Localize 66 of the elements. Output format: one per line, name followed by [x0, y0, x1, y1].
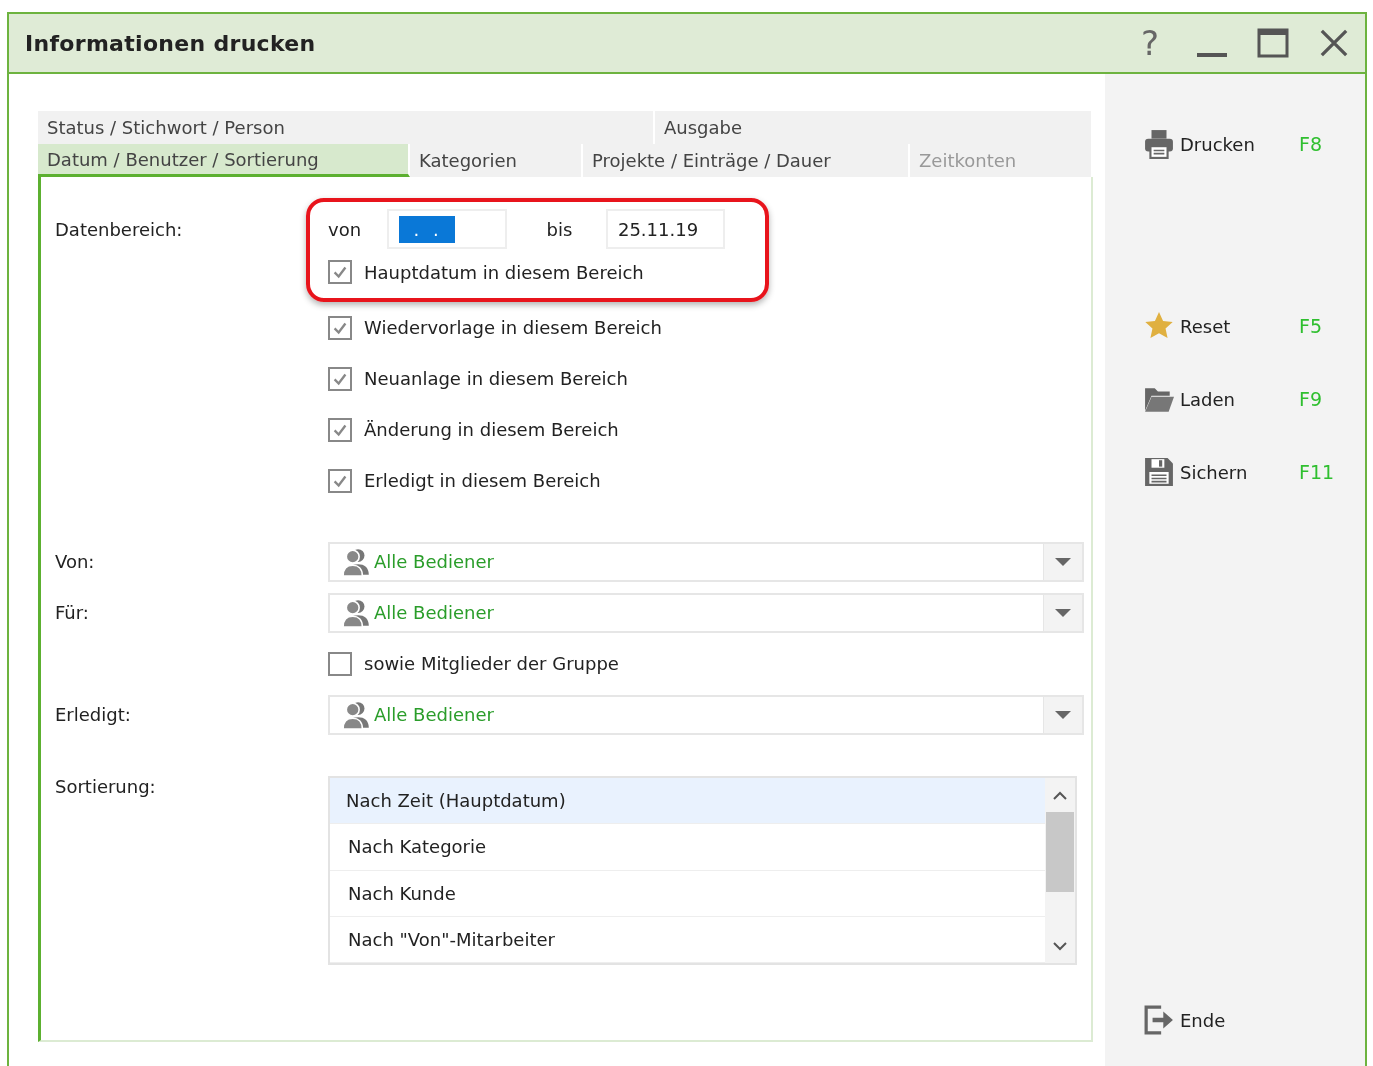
exit-icon	[1144, 1005, 1174, 1035]
checkbox-label: Neuanlage in diesem Bereich	[364, 368, 628, 389]
dropdown[interactable]: Alle Bediener	[328, 694, 1084, 735]
list-item[interactable]: Nach Zeit (Hauptdatum)	[330, 778, 1045, 825]
checkbox[interactable]	[328, 315, 352, 340]
help-button[interactable]: ?	[1133, 25, 1167, 61]
action-button[interactable]: Reset	[1144, 311, 1299, 341]
tab[interactable]: Projekte / Einträge / Dauer	[583, 144, 910, 177]
maximize-button[interactable]	[1257, 27, 1289, 59]
printer-icon	[1144, 129, 1174, 159]
dropdown[interactable]: Alle Bediener	[328, 592, 1084, 633]
field-label: von	[328, 218, 363, 240]
field-label: bis	[546, 218, 574, 240]
action-button[interactable]: Drucken	[1144, 129, 1299, 159]
checkbox[interactable]	[328, 417, 352, 442]
dropdown-value: Alle Bediener	[374, 602, 494, 623]
checkbox[interactable]	[328, 260, 352, 284]
minimize-icon	[1197, 53, 1227, 57]
maximize-icon	[1257, 27, 1289, 59]
chevron-down-icon	[1053, 941, 1067, 951]
caret-icon	[1055, 709, 1071, 720]
floppy-icon	[1144, 457, 1174, 487]
field-label: Für:	[55, 602, 89, 623]
dropdown-value: Alle Bediener	[374, 551, 494, 572]
people-icon	[342, 597, 372, 628]
checkbox-label: Änderung in diesem Bereich	[364, 419, 619, 440]
checkbox-label: Wiedervorlage in diesem Bereich	[364, 317, 662, 338]
checkbox-label: Hauptdatum in diesem Bereich	[364, 261, 644, 283]
shortcut-key: F5	[1299, 315, 1323, 337]
tab[interactable]: Status / Stichwort / Person	[38, 111, 655, 144]
action-button[interactable]: Laden	[1144, 384, 1299, 414]
exit-button[interactable]: Ende	[1144, 1005, 1299, 1035]
field-label: Von:	[55, 551, 95, 572]
dropdown-value: Alle Bediener	[374, 704, 494, 725]
date-field[interactable]: 25.11.19	[605, 209, 725, 249]
shortcut-key: F9	[1299, 388, 1323, 410]
field-label: Datenbereich:	[55, 218, 184, 242]
window-title: Informationen drucken	[25, 30, 317, 56]
close-icon	[1319, 28, 1349, 58]
scrollbar-thumb[interactable]	[1046, 812, 1074, 892]
checkbox[interactable]	[328, 468, 352, 493]
people-icon	[342, 546, 372, 577]
list-item[interactable]: Nach Kategorie	[330, 824, 1045, 871]
action-button[interactable]: Sichern	[1144, 457, 1299, 487]
list-item[interactable]: Nach Kunde	[330, 870, 1045, 917]
chevron-up-icon	[1053, 790, 1067, 800]
people-icon	[342, 699, 372, 730]
tab[interactable]: Kategorien	[410, 144, 583, 177]
dropdown[interactable]: Alle Bediener	[328, 541, 1084, 582]
tab[interactable]: Datum / Benutzer / Sortierung	[38, 144, 410, 177]
caret-icon	[1055, 607, 1071, 618]
tab[interactable]: Ausgabe	[655, 111, 1093, 144]
field-label: Erledigt:	[55, 704, 131, 725]
checkbox-label: Erledigt in diesem Bereich	[364, 470, 601, 491]
checkbox[interactable]	[328, 651, 352, 676]
field-label: Sortierung:	[55, 776, 156, 797]
caret-icon	[1055, 556, 1071, 567]
sort-list[interactable]: Nach Zeit (Hauptdatum) Nach Kategorie Nach Kunde Nach "Von"-Mitarbeiter	[328, 776, 1077, 965]
date-field[interactable]: . .	[387, 209, 507, 249]
close-button[interactable]	[1319, 28, 1349, 58]
checkbox[interactable]	[328, 366, 352, 391]
checkbox-label: sowie Mitglieder der Gruppe	[364, 653, 619, 674]
scrollbar[interactable]	[1045, 778, 1075, 963]
list-item[interactable]: Nach "Von"-Mitarbeiter	[330, 916, 1045, 963]
shortcut-key: F11	[1299, 461, 1335, 483]
shortcut-key: F8	[1299, 133, 1323, 155]
